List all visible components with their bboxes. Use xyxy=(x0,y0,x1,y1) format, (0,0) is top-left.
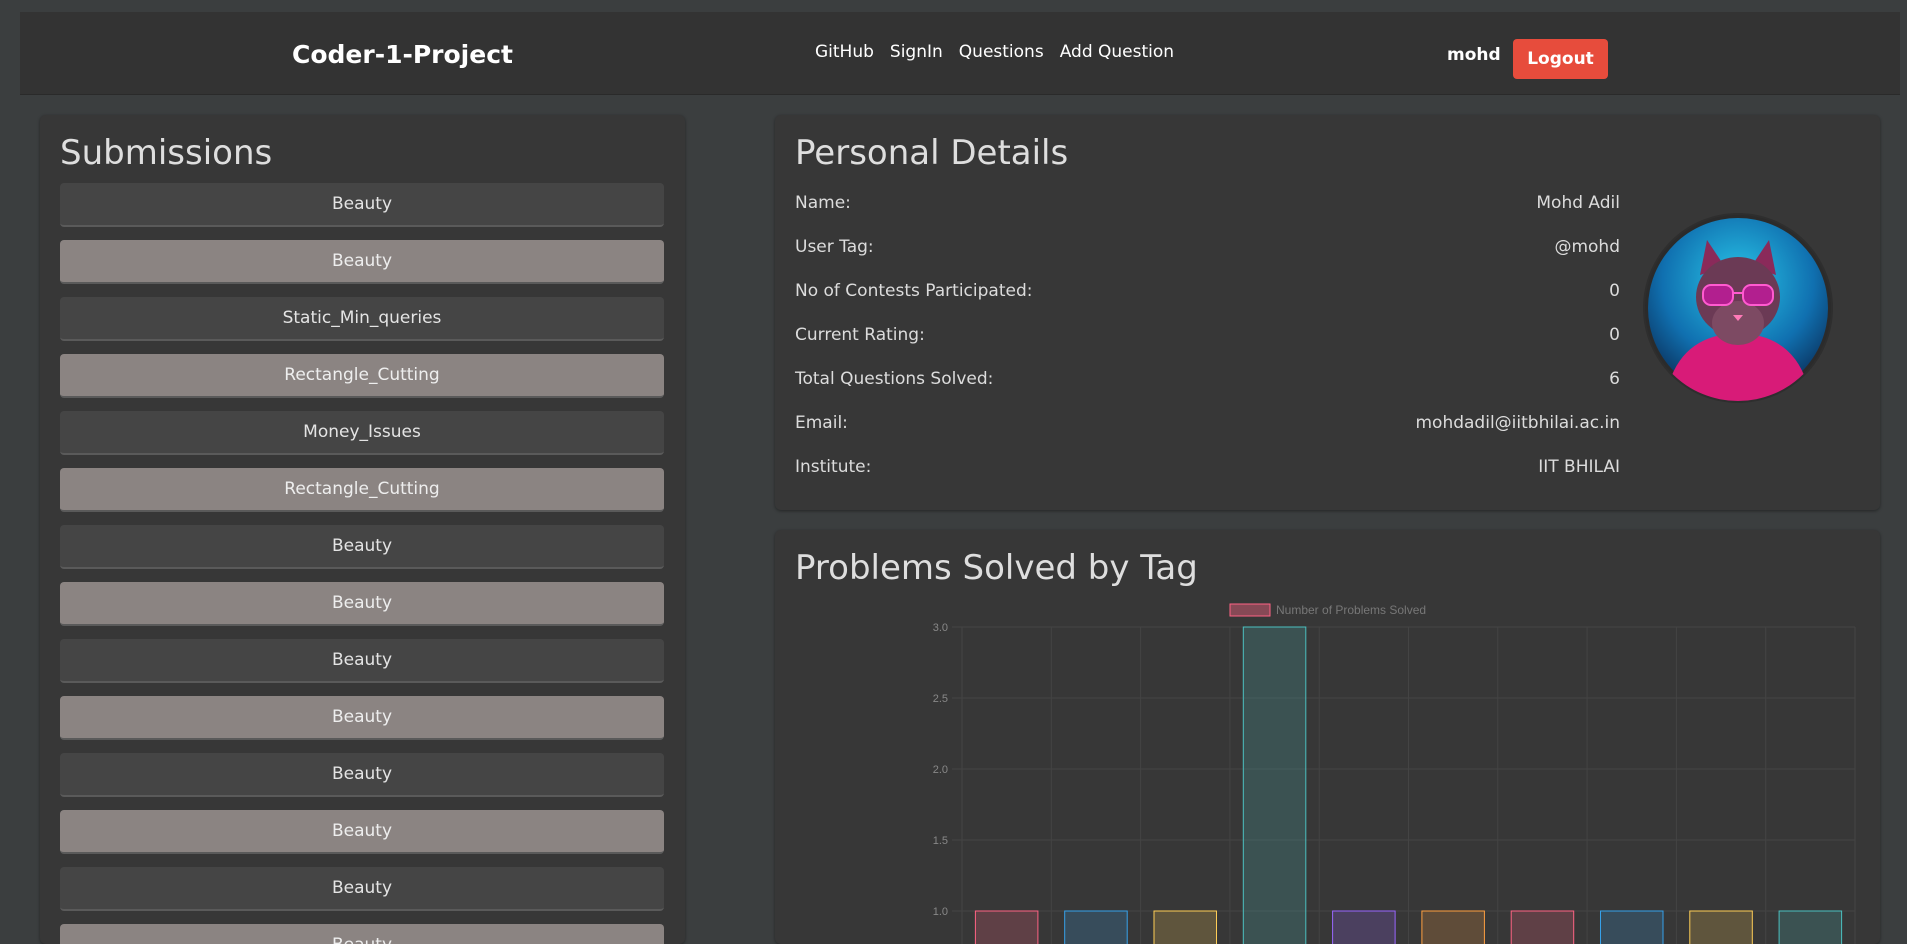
detail-label: No of Contests Participated: xyxy=(795,281,1033,301)
chart-bar[interactable] xyxy=(1778,910,1843,944)
brand-title[interactable]: Coder-1-Project xyxy=(292,40,513,69)
detail-value: Mohd Adil xyxy=(1536,193,1620,213)
chart-bar[interactable] xyxy=(974,910,1039,944)
submission-item[interactable]: Rectangle_Cutting xyxy=(60,468,664,512)
logout-button[interactable]: Logout xyxy=(1513,39,1608,79)
detail-row: Email: mohdadil@iitbhilai.ac.in xyxy=(795,413,1620,433)
nav-link-questions[interactable]: Questions xyxy=(959,42,1044,62)
detail-label: Email: xyxy=(795,413,848,433)
submission-item[interactable]: Beauty xyxy=(60,753,664,797)
submission-item[interactable]: Beauty xyxy=(60,867,664,911)
submission-item[interactable]: Beauty xyxy=(60,810,664,854)
cat-avatar-icon xyxy=(1645,215,1831,401)
legend-label[interactable]: Number of Problems Solved xyxy=(1276,603,1426,617)
legend-swatch[interactable] xyxy=(1229,603,1271,617)
chart-bar[interactable] xyxy=(1421,910,1485,944)
detail-value: IIT BHILAI xyxy=(1538,457,1620,477)
detail-row: Name: Mohd Adil xyxy=(795,193,1620,213)
y-tick-label: 3.0 xyxy=(933,622,948,634)
detail-value: 0 xyxy=(1609,325,1620,345)
detail-label: Name: xyxy=(795,193,851,213)
detail-label: User Tag: xyxy=(795,237,874,257)
y-tick-label: 1.5 xyxy=(933,835,948,847)
submission-item[interactable]: Beauty xyxy=(60,582,664,626)
submission-item[interactable]: Beauty xyxy=(60,525,664,569)
submission-item[interactable]: Money_Issues xyxy=(60,411,664,455)
chart-bar[interactable] xyxy=(1689,910,1753,944)
chart-bar[interactable] xyxy=(1510,910,1575,944)
detail-row: No of Contests Participated: 0 xyxy=(795,281,1620,301)
submission-item[interactable]: Beauty xyxy=(60,696,664,740)
personal-details-card: Personal Details Name: Mohd Adil User Tag:… xyxy=(775,115,1880,510)
chart-bar[interactable] xyxy=(1153,910,1218,944)
detail-row: Current Rating: 0 xyxy=(795,325,1620,345)
submissions-title: Submissions xyxy=(60,133,273,173)
detail-row: User Tag: @mohd xyxy=(795,237,1620,257)
submission-item[interactable]: Static_Min_queries xyxy=(60,297,664,341)
detail-label: Current Rating: xyxy=(795,325,925,345)
submission-item[interactable]: Beauty xyxy=(60,639,664,683)
nav-links: GitHub SignIn Questions Add Question xyxy=(815,42,1174,62)
detail-row: Total Questions Solved: 6 xyxy=(795,369,1620,389)
detail-value: 0 xyxy=(1609,281,1620,301)
username-label: mohd xyxy=(1447,45,1501,65)
chart-bar[interactable] xyxy=(1064,910,1128,944)
submission-item[interactable]: Rectangle_Cutting xyxy=(60,354,664,398)
chart-bar[interactable] xyxy=(1332,910,1396,944)
submissions-list: Beauty Beauty Static_Min_queries Rectangle_… xyxy=(60,183,664,944)
personal-details-title: Personal Details xyxy=(795,133,1069,173)
nav-link-github[interactable]: GitHub xyxy=(815,42,874,62)
detail-value: 6 xyxy=(1609,369,1620,389)
nav-link-add-question[interactable]: Add Question xyxy=(1060,42,1174,62)
problems-by-tag-card: Problems Solved by Tag Number of Problem… xyxy=(775,530,1880,944)
y-tick-label: 2.0 xyxy=(933,764,948,776)
chart-bar[interactable] xyxy=(1599,910,1664,944)
detail-row: Institute: IIT BHILAI xyxy=(795,457,1620,477)
detail-value: @mohd xyxy=(1554,237,1620,257)
submission-item[interactable]: Beauty xyxy=(60,183,664,227)
detail-value: mohdadil@iitbhilai.ac.in xyxy=(1415,413,1620,433)
submission-item[interactable]: Beauty xyxy=(60,924,664,944)
nav-link-signin[interactable]: SignIn xyxy=(890,42,943,62)
chart-bar[interactable] xyxy=(1242,626,1307,944)
submissions-card: Submissions Beauty Beauty Static_Min_queri… xyxy=(40,115,685,944)
detail-label: Total Questions Solved: xyxy=(795,369,994,389)
detail-label: Institute: xyxy=(795,457,872,477)
submission-item[interactable]: Beauty xyxy=(60,240,664,284)
y-tick-label: 1.0 xyxy=(933,906,948,918)
problems-bar-chart: Number of Problems Solved 3.0 2.5 2.0 1.5 1.0 xyxy=(933,603,1856,944)
y-tick-label: 2.5 xyxy=(933,693,948,705)
